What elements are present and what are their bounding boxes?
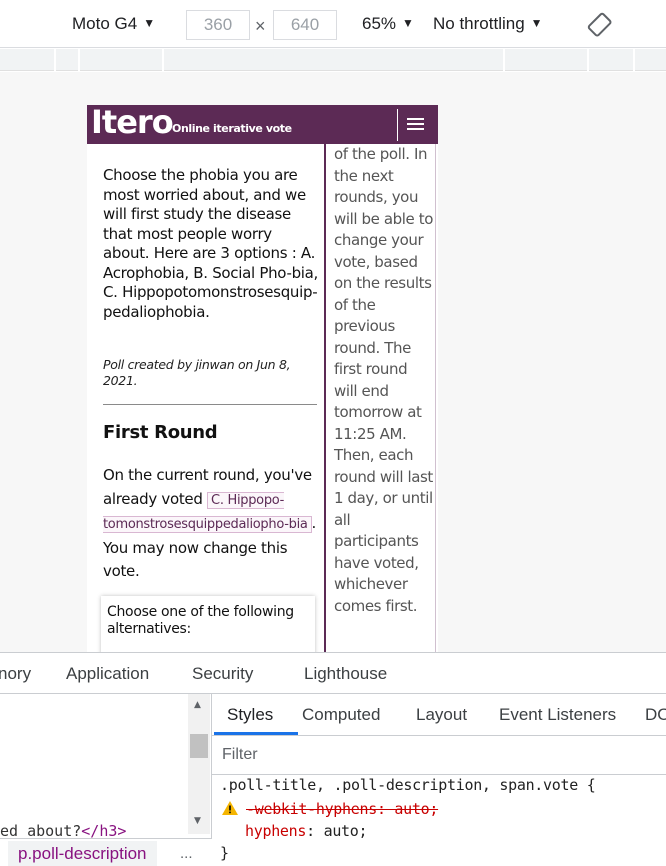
- device-name: Moto G4: [72, 14, 138, 33]
- css-declaration-webkit[interactable]: -webkit-hyphens: auto;: [222, 800, 438, 818]
- menu-icon[interactable]: [397, 109, 429, 141]
- tab-styles[interactable]: Styles: [227, 705, 273, 725]
- css-rule-selector[interactable]: .poll-title, .poll-description, span.vot…: [220, 776, 596, 794]
- chevron-down-icon: ▼: [402, 16, 414, 30]
- css-rule-close: }: [220, 844, 230, 862]
- tab-event-listeners[interactable]: Event Listeners: [499, 705, 616, 725]
- scroll-thumb[interactable]: [190, 734, 208, 758]
- alternatives-card: Choose one of the following alternatives…: [101, 596, 315, 652]
- scroll-up-icon[interactable]: ▲: [194, 700, 201, 710]
- tab-security[interactable]: Security: [192, 664, 253, 684]
- poll-meta: Poll created by jinwan on Jun 8, 2021.: [103, 357, 291, 388]
- chevron-down-icon: ▼: [530, 16, 543, 30]
- app-header: Itero Online iterative vote: [87, 105, 438, 144]
- breadcrumb: p.poll-description ...: [0, 838, 212, 866]
- tab-dom-breakpoints[interactable]: DO: [645, 705, 666, 725]
- media-query-bar[interactable]: [0, 49, 666, 71]
- tab-memory[interactable]: nory: [0, 664, 31, 684]
- throttling-value: No throttling: [433, 14, 525, 33]
- round-title: First Round: [103, 422, 218, 443]
- styles-subtabs: Styles Computed Layout Event Listeners D…: [212, 694, 666, 736]
- divider: [103, 404, 317, 405]
- tab-application[interactable]: Application: [66, 664, 149, 684]
- divider: [212, 774, 666, 775]
- breadcrumb-more[interactable]: ...: [180, 845, 193, 862]
- zoom-select[interactable]: 65% ▼: [362, 14, 414, 34]
- device-toolbar: Moto G4 ▼ 360 × 640 65% ▼ No throttling ▼: [0, 0, 666, 48]
- devtools-tabs: nory Application Security Lighthouse: [0, 652, 666, 694]
- poll-sidebar: of the poll. In the next rounds, you wil…: [324, 144, 436, 652]
- tab-layout[interactable]: Layout: [416, 705, 467, 725]
- active-tab-indicator: [214, 732, 298, 735]
- elements-scrollbar[interactable]: ▲ ▼: [188, 694, 210, 834]
- alternatives-prompt: Choose one of the following alternatives…: [107, 604, 294, 637]
- height-input[interactable]: 640: [273, 10, 337, 40]
- tab-lighthouse[interactable]: Lighthouse: [304, 664, 387, 684]
- times-label: ×: [255, 16, 266, 36]
- tab-computed[interactable]: Computed: [302, 705, 380, 725]
- css-property-value: auto;: [323, 822, 368, 840]
- poll-main: Choose the phobia you are most worried a…: [87, 144, 324, 652]
- width-input[interactable]: 360: [186, 10, 250, 40]
- breadcrumb-item[interactable]: p.poll-description: [8, 841, 157, 866]
- emulated-page: Itero Online iterative vote Choose the p…: [87, 105, 438, 652]
- chevron-down-icon: ▼: [143, 16, 156, 30]
- poll-description: Choose the phobia you are most worried a…: [103, 166, 319, 321]
- scroll-down-icon[interactable]: ▼: [194, 816, 201, 826]
- styles-filter-input[interactable]: Filter: [222, 746, 258, 764]
- css-declaration-hyphens[interactable]: hyphens: auto;: [245, 822, 368, 840]
- throttling-select[interactable]: No throttling ▼: [433, 14, 543, 34]
- tagline: Online iterative vote: [172, 122, 292, 135]
- rotate-icon[interactable]: [587, 12, 613, 38]
- css-webkit-hyphens: -webkit-hyphens: auto;: [246, 800, 439, 818]
- device-select[interactable]: Moto G4 ▼: [72, 14, 155, 34]
- styles-pane: Styles Computed Layout Event Listeners D…: [212, 694, 666, 866]
- poll-info-text: of the poll. In the next rounds, you wil…: [334, 145, 433, 615]
- warning-icon: [222, 801, 238, 815]
- logo[interactable]: Itero: [91, 105, 174, 141]
- zoom-value: 65%: [362, 14, 397, 33]
- current-vote-text: On the current round, you've already vot…: [103, 464, 319, 584]
- css-property-name: hyphens: [245, 822, 307, 840]
